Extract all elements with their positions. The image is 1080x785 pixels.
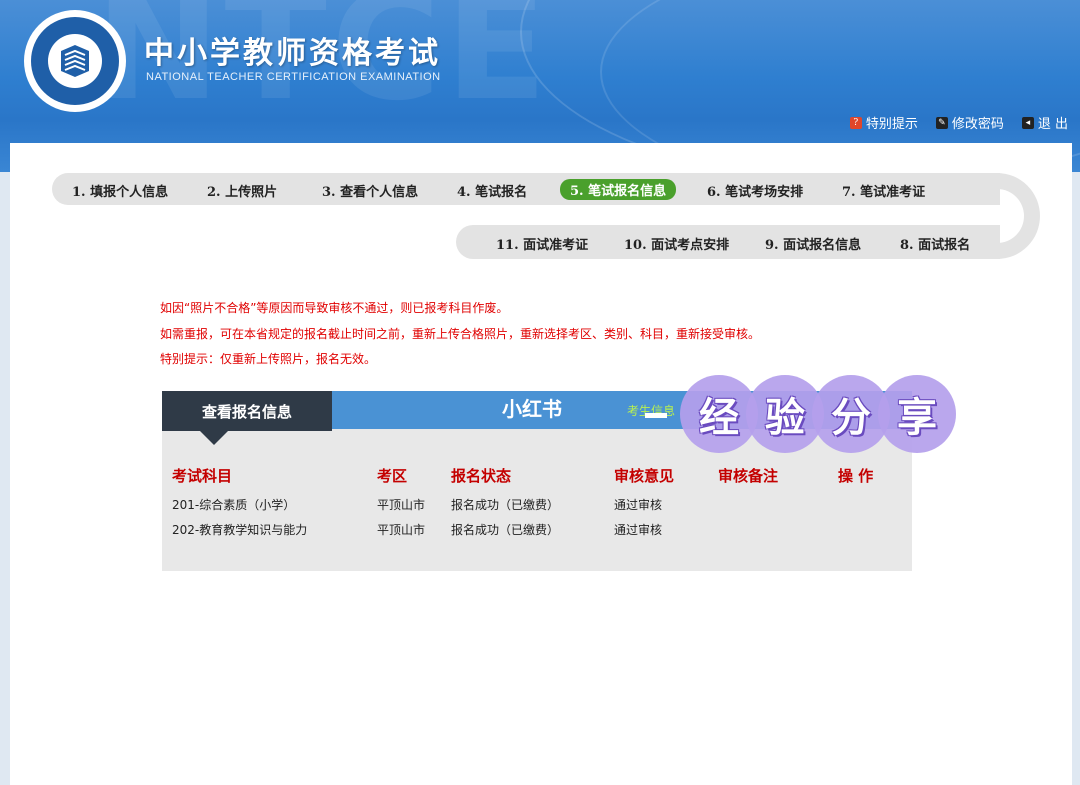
logout-icon: ◂: [1021, 116, 1034, 129]
sticker-char-4: 享: [878, 375, 956, 453]
step-7[interactable]: 7. 笔试准考证: [842, 181, 925, 200]
change-password-label: 修改密码: [951, 117, 1004, 132]
col-review-opinion: 审核意见: [614, 467, 675, 485]
logout-label: 退 出: [1037, 117, 1068, 132]
step-9[interactable]: 9. 面试报名信息: [765, 234, 861, 253]
row2-review: 通过审核: [614, 523, 663, 537]
row1-area: 平顶山市: [377, 498, 426, 512]
step-6[interactable]: 6. 笔试考场安排: [707, 181, 803, 200]
book-icon: [61, 45, 89, 77]
step-4[interactable]: 4. 笔试报名: [457, 181, 527, 200]
top-links: ? 特别提示 ✎ 修改密码 ◂ 退 出: [849, 113, 1068, 132]
special-notice-label: 特别提示: [865, 117, 918, 132]
step-8[interactable]: 8. 面试报名: [900, 234, 970, 253]
col-action: 操 作: [838, 467, 874, 485]
ntce-logo: [24, 10, 126, 112]
step-11[interactable]: 11. 面试准考证: [496, 234, 588, 253]
col-subject: 考试科目: [172, 467, 233, 485]
step-3[interactable]: 3. 查看个人信息: [322, 181, 418, 200]
bar-watermark-text: 小红书: [502, 397, 562, 421]
row1-review: 通过审核: [614, 498, 663, 512]
step-5-active[interactable]: 5. 笔试报名信息: [560, 179, 677, 200]
alert-icon: ?: [849, 116, 862, 129]
notice-line-1: 如因“照片不合格”等原因而导致审核不通过，则已报考科目作废。: [160, 301, 509, 315]
change-password-link[interactable]: ✎ 修改密码: [935, 113, 1004, 132]
main-panel: 1. 填报个人信息 2. 上传照片 3. 查看个人信息 4. 笔试报名 5. 笔…: [10, 143, 1072, 785]
logout-link[interactable]: ◂ 退 出: [1021, 113, 1068, 132]
row2-subject: 202-教育教学知识与能力: [172, 523, 308, 537]
row2-status: 报名成功（已缴费）: [451, 523, 560, 537]
notice-line-2: 如需重报，可在本省规定的报名截止时间之前，重新上传合格照片，重新选择考区、类别、…: [160, 327, 761, 341]
view-registration-tab[interactable]: 查看报名信息: [162, 391, 332, 431]
key-icon: ✎: [935, 116, 948, 129]
row1-status: 报名成功（已缴费）: [451, 498, 560, 512]
col-area: 考区: [377, 467, 408, 485]
site-subtitle: NATIONAL TEACHER CERTIFICATION EXAMINATI…: [146, 71, 441, 83]
special-notice-link[interactable]: ? 特别提示: [849, 113, 918, 132]
overlay-dash: [645, 413, 667, 418]
step-2[interactable]: 2. 上传照片: [207, 181, 277, 200]
step-1[interactable]: 1. 填报个人信息: [72, 181, 168, 200]
site-title: 中小学教师资格考试: [144, 36, 441, 71]
experience-share-sticker: 经 验 分 享: [680, 375, 956, 453]
tab-pointer: [200, 431, 228, 445]
row1-subject: 201-综合素质（小学）: [172, 498, 296, 512]
notice-line-3: 特别提示：仅重新上传照片，报名无效。: [160, 352, 377, 366]
row2-area: 平顶山市: [377, 523, 426, 537]
step-10[interactable]: 10. 面试考点安排: [624, 234, 729, 253]
col-status: 报名状态: [451, 467, 512, 485]
col-review-note: 审核备注: [718, 467, 779, 485]
